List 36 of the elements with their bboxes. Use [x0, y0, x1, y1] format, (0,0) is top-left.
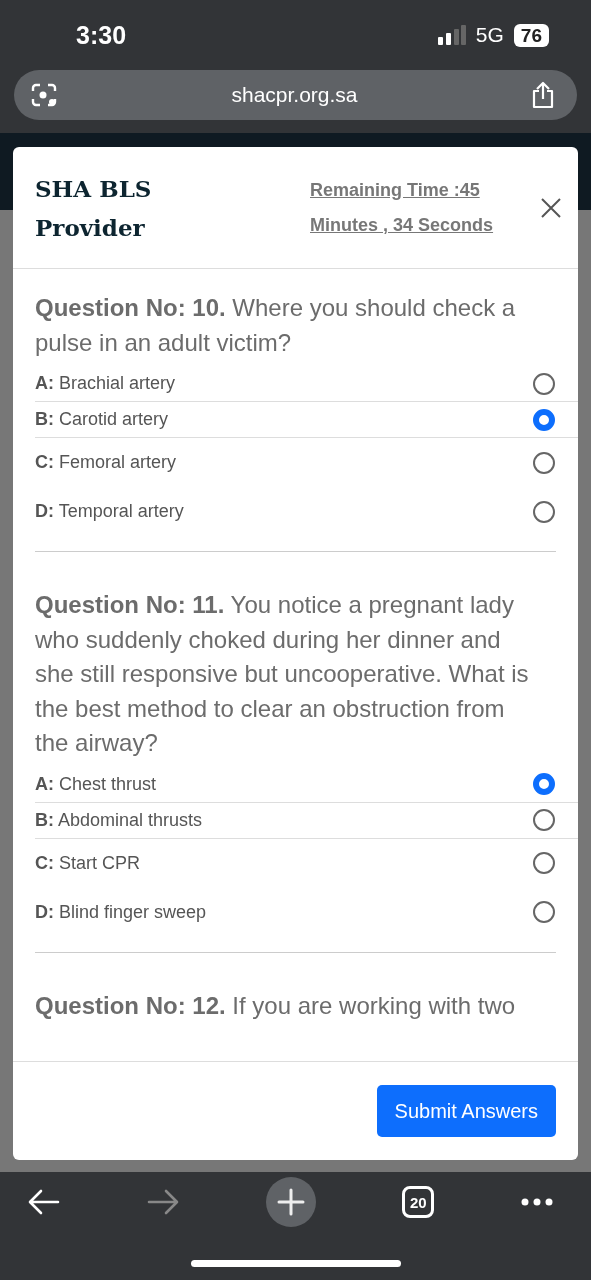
- signal-icon: [437, 25, 466, 45]
- status-time: 3:30: [76, 20, 127, 50]
- back-icon[interactable]: [28, 1189, 60, 1215]
- remaining-time: Remaining Time :45 Minutes , 34 Seconds: [310, 178, 495, 237]
- answer-option[interactable]: B: Abdominal thrusts: [35, 809, 203, 831]
- radio-button[interactable]: [533, 901, 555, 923]
- close-icon[interactable]: [540, 196, 562, 219]
- answer-option[interactable]: A: Brachial artery: [35, 373, 176, 394]
- radio-button[interactable]: [533, 451, 555, 474]
- answer-option[interactable]: C: Start CPR: [35, 852, 141, 874]
- tab-count-button[interactable]: 20: [402, 1186, 435, 1218]
- dialog-title: SHA BLS Provider: [35, 173, 153, 243]
- network-label: 5G: [475, 23, 504, 47]
- radio-button[interactable]: [533, 408, 555, 431]
- submit-button[interactable]: Submit Answers: [376, 1085, 556, 1137]
- answer-option[interactable]: A: Chest thrust: [35, 773, 157, 795]
- answer-option[interactable]: B: Carotid artery: [35, 409, 169, 430]
- radio-button[interactable]: [533, 773, 555, 795]
- radio-button[interactable]: [533, 852, 555, 874]
- question-text: Question No: 12. If you are working with two: [35, 990, 517, 1021]
- battery-indicator: 76: [513, 23, 549, 47]
- camera-icon[interactable]: [30, 81, 58, 109]
- new-tab-icon[interactable]: [265, 1177, 316, 1227]
- answer-option[interactable]: D: Blind finger sweep: [35, 901, 207, 923]
- answer-option[interactable]: C: Femoral artery: [35, 452, 177, 473]
- more-icon[interactable]: [521, 1198, 553, 1206]
- forward-icon[interactable]: [146, 1189, 179, 1215]
- url-text: shacpr.org.sa: [231, 83, 358, 107]
- radio-button[interactable]: [533, 372, 555, 395]
- share-icon[interactable]: [531, 81, 555, 109]
- radio-button[interactable]: [533, 809, 555, 831]
- answer-option[interactable]: D: Temporal artery: [35, 501, 184, 522]
- address-bar[interactable]: shacpr.org.sa: [14, 70, 577, 120]
- question-text: Question No: 11. You notice a pregnant lady who suddenly choked during her dinner and she still responsive but uncooperative. What is the best method to clear an obstruction from the airway?: [35, 590, 530, 758]
- question-text: Question No: 10. Where you should check a pulse in an adult victim?: [35, 293, 517, 358]
- radio-button[interactable]: [533, 500, 555, 523]
